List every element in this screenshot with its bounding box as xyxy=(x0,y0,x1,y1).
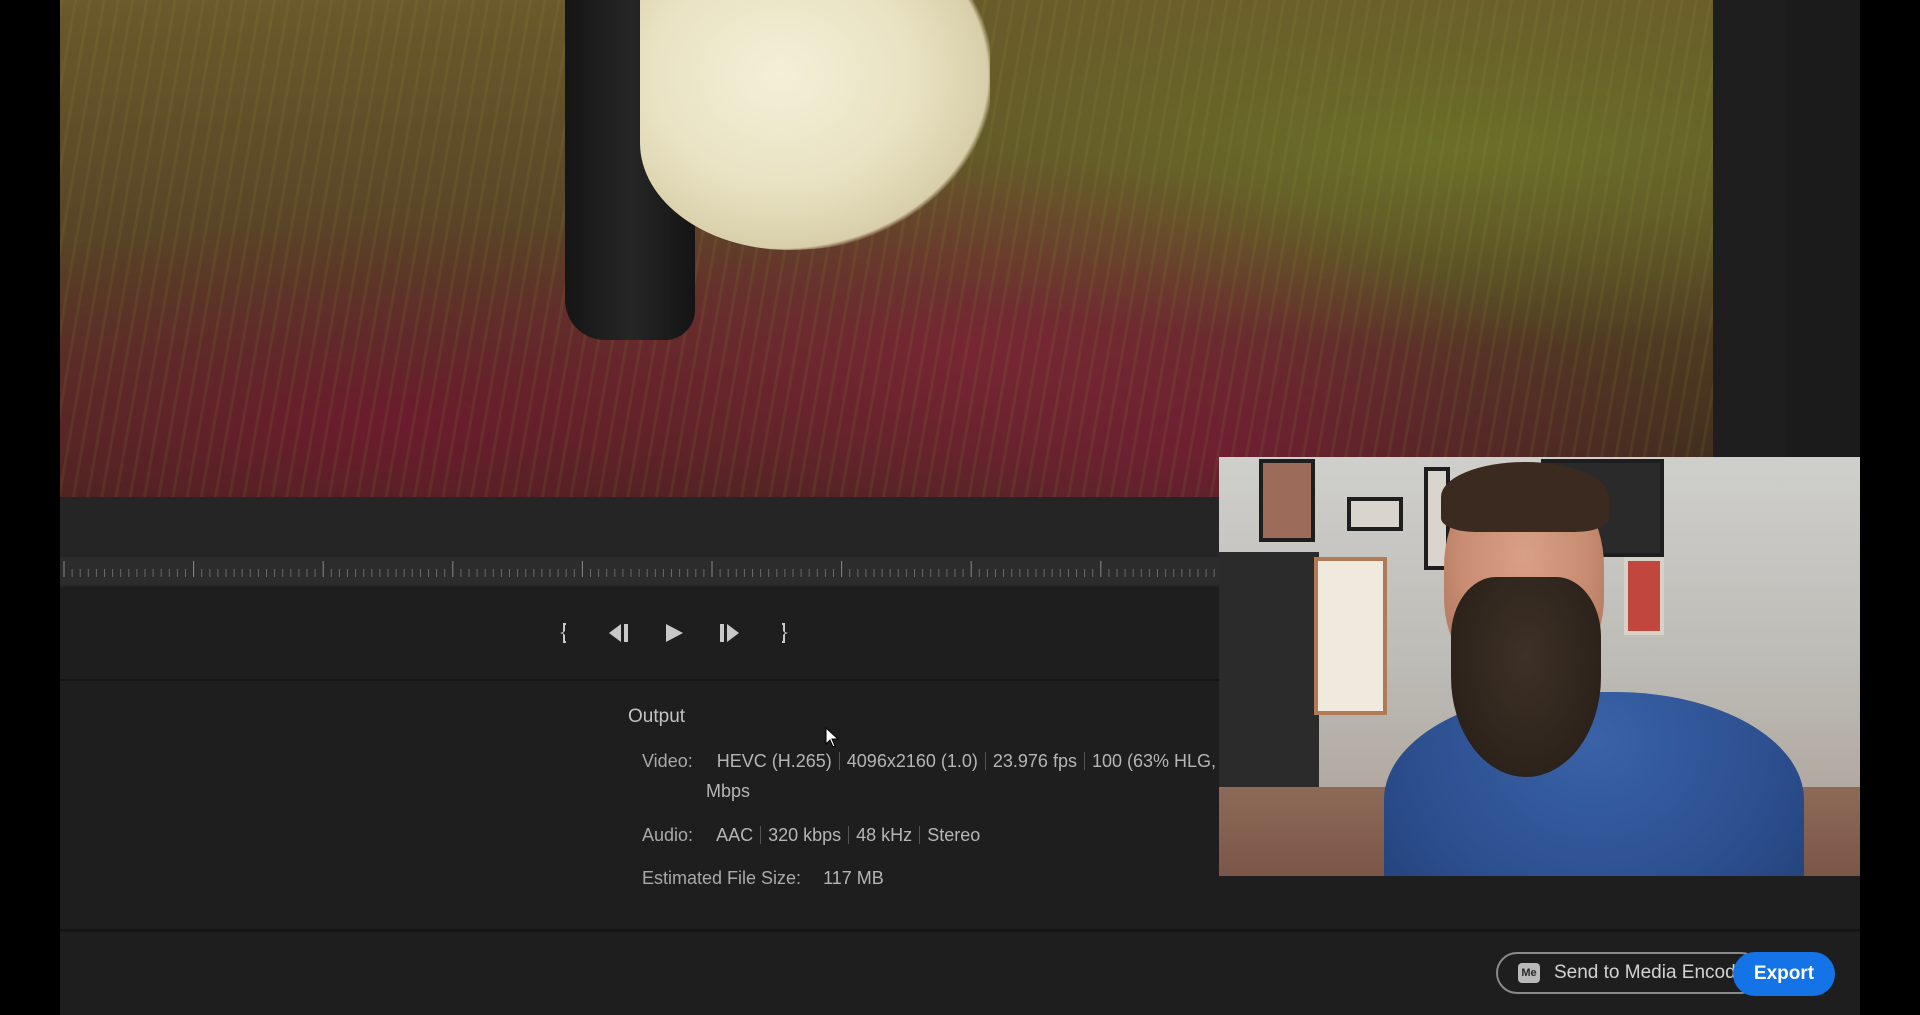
side-panel-strip xyxy=(1786,0,1860,458)
step-forward-icon xyxy=(720,624,739,642)
send-to-media-encoder-button[interactable]: Me Send to Media Encoder xyxy=(1496,952,1762,994)
file-size-row: Estimated File Size: 117 MB xyxy=(642,868,884,889)
scrub-timeline[interactable] xyxy=(60,497,1220,587)
audio-channels: Stereo xyxy=(927,825,981,845)
video-framerate: 23.976 fps xyxy=(992,751,1077,771)
timeline-ruler xyxy=(63,561,1215,577)
video-row: Video: HEVC (H.265) 4096x2160 (1.0) 23.976… xyxy=(642,751,1220,772)
step-back-icon xyxy=(609,624,628,642)
video-preview xyxy=(60,0,1713,497)
video-row-continued: Mbps xyxy=(706,781,750,802)
send-to-media-encoder-label: Send to Media Encoder xyxy=(1554,962,1753,983)
export-footer: Me Send to Media Encoder Export xyxy=(60,929,1860,1015)
webcam-overlay xyxy=(1219,457,1860,876)
video-label: Video: xyxy=(642,751,693,771)
timeline-ruler-track[interactable] xyxy=(60,557,1220,585)
file-size-label: Estimated File Size: xyxy=(642,868,802,888)
webcam-wall-frame xyxy=(1259,459,1315,542)
audio-row: Audio: AAC 320 kbps 48 kHz Stereo xyxy=(642,825,980,846)
mark-in-button[interactable] xyxy=(550,617,578,649)
video-bitrate-unit: Mbps xyxy=(706,781,751,801)
video-resolution: 4096x2160 (1.0) xyxy=(846,751,978,771)
webcam-wall-frame xyxy=(1347,497,1403,531)
play-icon xyxy=(666,624,683,642)
mouse-cursor-icon xyxy=(825,727,840,748)
play-button[interactable] xyxy=(658,617,690,649)
mark-out-button[interactable] xyxy=(770,617,798,649)
video-codec: HEVC (H.265) xyxy=(716,751,832,771)
output-title: Output xyxy=(628,706,686,727)
webcam-tv xyxy=(1219,552,1319,792)
audio-codec: AAC xyxy=(716,825,754,845)
webcam-wall-frame xyxy=(1624,557,1664,635)
webcam-person-hair xyxy=(1441,462,1609,532)
webcam-person-beard xyxy=(1451,577,1601,777)
mark-out-icon xyxy=(782,623,788,643)
media-encoder-icon: Me xyxy=(1518,963,1540,983)
playback-controls xyxy=(60,587,1220,681)
file-size-value: 117 MB xyxy=(823,868,884,888)
audio-bitrate: 320 kbps xyxy=(768,825,842,845)
step-back-button[interactable] xyxy=(602,617,634,649)
webcam-fireplace xyxy=(1314,557,1387,715)
audio-samplerate: 48 kHz xyxy=(856,825,913,845)
webcam-person-body xyxy=(1384,692,1804,876)
audio-label: Audio: xyxy=(642,825,694,845)
step-forward-button[interactable] xyxy=(714,617,746,649)
mark-in-icon xyxy=(560,623,566,643)
video-bitrate: 100 (63% HLG, 51% P xyxy=(1091,751,1220,771)
output-summary: Output Video: HEVC (H.265) 4096x2160 (1.0… xyxy=(60,681,1220,929)
export-button[interactable]: Export xyxy=(1733,952,1835,996)
